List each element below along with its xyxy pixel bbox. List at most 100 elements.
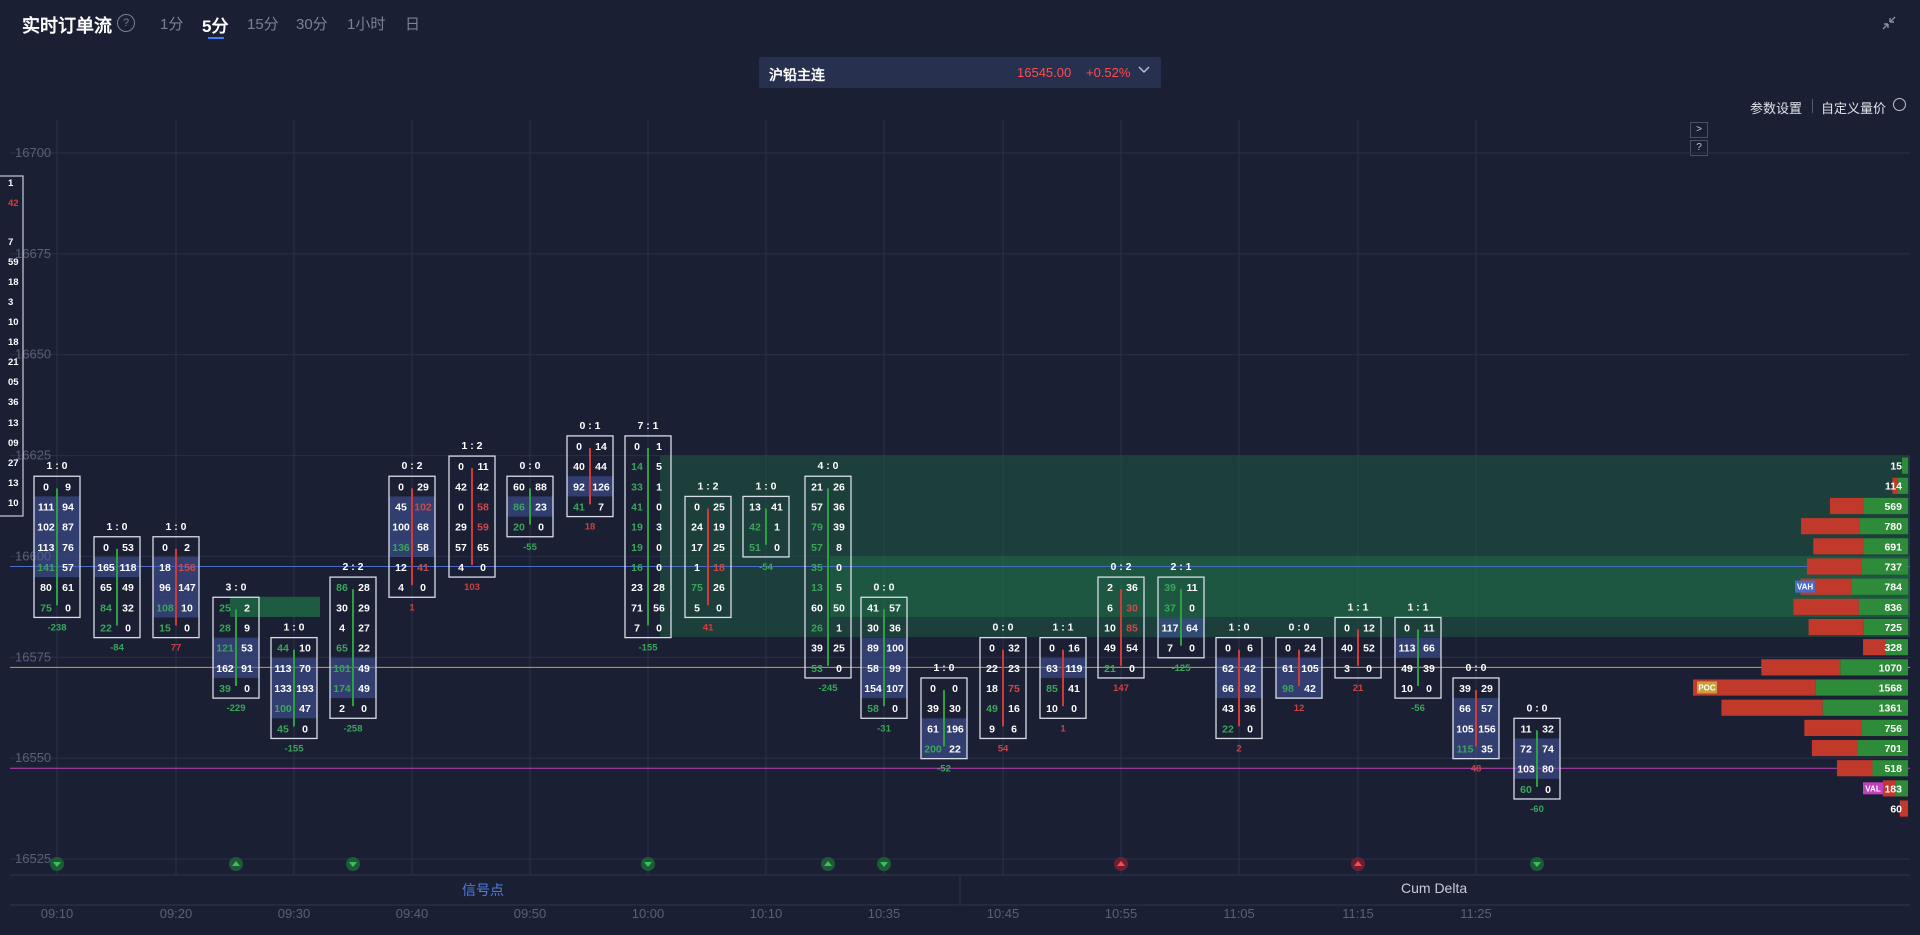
profile-marker-label: VAL [1865, 784, 1881, 793]
ask-volume: 0 [774, 542, 780, 554]
ask-volume: 0 [656, 542, 662, 554]
y-tick-label: 16700 [15, 145, 51, 160]
profile-total-label: 183 [1884, 783, 1902, 795]
ask-volume: 42 [1244, 663, 1256, 675]
bid-volume: 14 [631, 461, 643, 473]
bid-volume: 21 [1104, 663, 1116, 675]
profile-sell-bar [1829, 497, 1864, 515]
ask-volume: 49 [122, 582, 134, 594]
profile-total-label: 1568 [1879, 682, 1903, 694]
ask-volume: 2 [244, 602, 250, 614]
ask-volume: 0 [836, 562, 842, 574]
bid-volume: 0 [103, 542, 109, 554]
ask-volume: 76 [62, 542, 74, 554]
bid-volume: 30 [336, 602, 348, 614]
bar-delta: 12 [1294, 703, 1305, 714]
ask-volume: 75 [1008, 683, 1020, 695]
bid-volume: 19 [631, 522, 643, 534]
bid-volume: 0 [1285, 643, 1291, 655]
x-tick-label: 10:55 [1105, 906, 1138, 921]
bid-volume: 0 [930, 683, 936, 695]
profile-total-label: 569 [1884, 501, 1902, 513]
partial-cell-value: 18 [8, 277, 19, 288]
bar-delta: -54 [759, 562, 773, 573]
bar-delta: -84 [110, 643, 124, 654]
bid-volume: 0 [43, 481, 49, 493]
ask-volume: 57 [889, 602, 901, 614]
bar-ratio-label: 1 : 1 [1347, 601, 1368, 613]
ask-volume: 25 [833, 643, 845, 655]
footprint-chart[interactable]: 1670016675166501662516600165751655016525… [0, 0, 1920, 935]
ask-volume: 16 [1008, 703, 1020, 715]
bid-volume: 98 [1282, 683, 1294, 695]
ask-volume: 32 [1542, 723, 1554, 735]
bid-volume: 121 [216, 643, 234, 655]
ask-volume: 99 [889, 663, 901, 675]
ask-volume: 57 [62, 562, 74, 574]
bid-volume: 86 [513, 501, 525, 513]
x-tick-label: 11:05 [1223, 906, 1255, 921]
ask-volume: 58 [417, 542, 429, 554]
bid-volume: 72 [1520, 744, 1532, 756]
bid-volume: 162 [216, 663, 234, 675]
ask-volume: 8 [836, 542, 842, 554]
bid-volume: 41 [631, 501, 643, 513]
ask-volume: 26 [713, 582, 725, 594]
bar-ratio-label: 1 : 0 [755, 480, 776, 492]
ask-volume: 41 [417, 562, 429, 574]
partial-cell-value: 05 [8, 377, 19, 388]
ask-volume: 10 [299, 643, 311, 655]
profile-sell-bar [1804, 719, 1862, 736]
x-tick-label: 09:40 [396, 906, 429, 921]
bid-volume: 39 [811, 643, 823, 655]
ask-volume: 12 [1363, 623, 1375, 635]
bid-volume: 18 [986, 683, 998, 695]
ask-volume: 88 [535, 481, 547, 493]
ask-volume: 0 [538, 522, 544, 534]
value-area-core [830, 556, 1910, 617]
ask-volume: 105 [1301, 663, 1319, 675]
profile-total-label: 756 [1884, 723, 1902, 735]
profile-total-label: 725 [1884, 622, 1902, 634]
bid-volume: 113 [275, 663, 292, 675]
bid-volume: 75 [40, 602, 52, 614]
bar-ratio-label: 1 : 2 [461, 440, 482, 452]
bid-volume: 4 [339, 623, 345, 635]
partial-cell-value: 42 [8, 198, 19, 209]
bid-volume: 53 [811, 663, 823, 675]
bid-volume: 3 [1344, 663, 1350, 675]
bar-delta: -258 [343, 723, 362, 734]
bar-delta: 18 [585, 522, 596, 533]
bar-delta: -229 [226, 703, 245, 714]
ask-volume: 22 [949, 744, 961, 756]
bid-volume: 7 [1167, 643, 1173, 655]
bid-volume: 22 [1222, 723, 1234, 735]
profile-buy-bar [1902, 457, 1908, 474]
bid-volume: 113 [38, 542, 55, 554]
bid-volume: 105 [1456, 723, 1474, 735]
bid-volume: 43 [1222, 703, 1234, 715]
bid-volume: 17 [691, 542, 703, 554]
ask-volume: 0 [836, 663, 842, 675]
ask-volume: 66 [1423, 643, 1435, 655]
bid-volume: 89 [867, 643, 879, 655]
bar-ratio-label: 4 : 0 [817, 460, 838, 472]
partial-cell-value: 18 [8, 337, 19, 348]
bid-volume: 60 [811, 602, 823, 614]
bar-ratio-label: 1 : 0 [46, 460, 67, 472]
bid-volume: 30 [867, 623, 879, 635]
ask-volume: 57 [1481, 703, 1493, 715]
ask-volume: 119 [1066, 663, 1083, 675]
bid-volume: 63 [1046, 663, 1058, 675]
ask-volume: 36 [889, 623, 901, 635]
partial-cell-value: 1 [8, 178, 14, 189]
bid-volume: 10 [1401, 683, 1413, 695]
ask-volume: 28 [358, 582, 370, 594]
tab-cum-delta[interactable]: Cum Delta [1401, 880, 1467, 896]
bid-volume: 6 [1107, 602, 1113, 614]
bid-volume: 0 [1344, 623, 1350, 635]
bid-volume: 0 [1225, 643, 1231, 655]
bid-volume: 92 [573, 481, 585, 493]
ask-volume: 11 [477, 461, 488, 473]
tab-signal-points[interactable]: 信号点 [462, 880, 504, 900]
